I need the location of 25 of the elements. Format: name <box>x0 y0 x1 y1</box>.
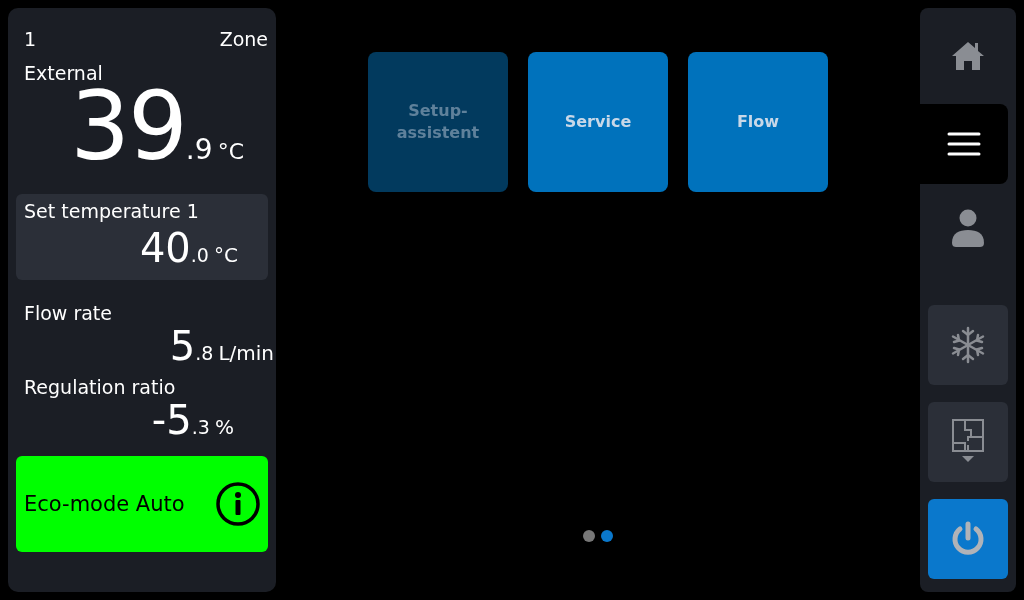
setpoint-card[interactable]: Set temperature 1 40.0 °C <box>16 194 268 280</box>
info-icon <box>216 482 260 526</box>
page-dot[interactable] <box>583 530 595 542</box>
setpoint-label: Set temperature 1 <box>23 200 199 222</box>
power-icon <box>950 521 986 557</box>
zone-button[interactable] <box>928 402 1008 482</box>
menu-tile[interactable]: Flow <box>688 52 828 192</box>
zone-number: 1 <box>24 28 37 50</box>
floor-plan-icon <box>951 419 985 465</box>
eco-mode-label: Eco-mode Auto <box>24 492 185 516</box>
home-icon <box>951 41 985 71</box>
reading-value: -5.3 % <box>151 398 234 442</box>
snowflake-button[interactable] <box>928 305 1008 385</box>
menu-tab[interactable] <box>920 104 1008 184</box>
reading-value: 5.8 L/min <box>169 324 274 368</box>
page-dot[interactable] <box>601 530 613 542</box>
menu-icon <box>947 131 981 157</box>
reading-label: Flow rate <box>23 302 112 324</box>
user-icon <box>951 209 985 247</box>
reading-label: Regulation ratio <box>23 376 176 398</box>
setpoint-value: 40.0 °C <box>139 226 238 270</box>
zone-label: Zone <box>219 28 268 50</box>
menu-tile[interactable]: Service <box>528 52 668 192</box>
eco-mode-button[interactable]: Eco-mode Auto <box>16 456 268 552</box>
snowflake-icon <box>950 326 986 364</box>
